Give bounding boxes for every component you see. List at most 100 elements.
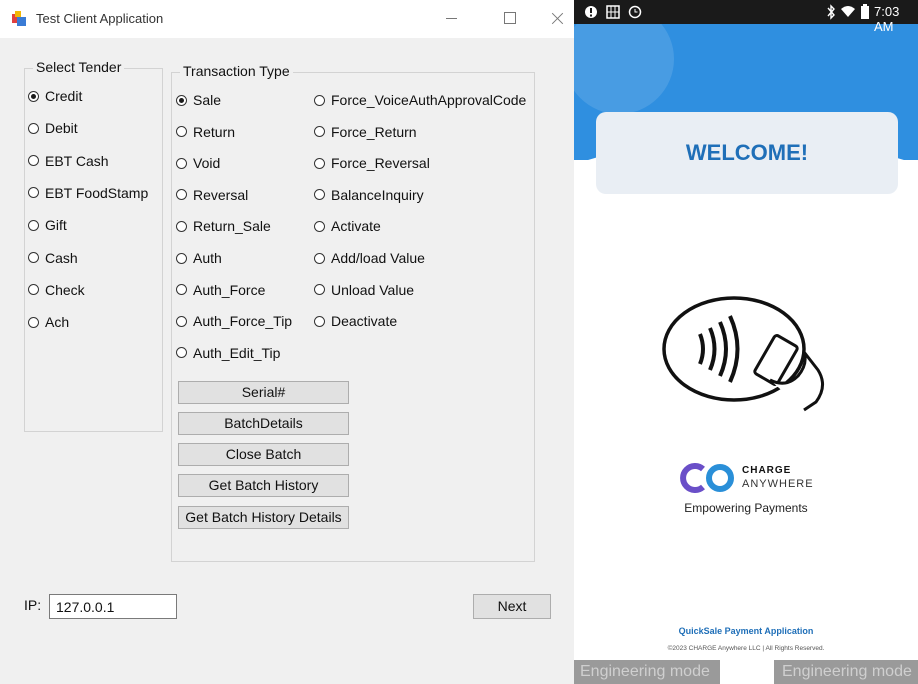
radio-label: Ach (45, 314, 70, 331)
radio-circle-icon[interactable] (176, 347, 187, 359)
txn-radio-add-load-value[interactable]: Add/load Value (314, 248, 425, 268)
radio-circle-icon[interactable] (176, 157, 187, 169)
welcome-card: WELCOME! (596, 112, 898, 194)
radio-label: Auth_Force_Tip (193, 313, 293, 330)
close-button[interactable] (548, 8, 568, 28)
contactless-tap-icon (662, 296, 824, 412)
brand-tagline: Empowering Payments (684, 501, 808, 515)
title-bar: Test Client Application (0, 0, 574, 38)
radio-circle-icon[interactable] (176, 189, 187, 201)
radio-circle-icon[interactable] (176, 284, 187, 296)
tender-radio-ebt-cash[interactable]: EBT Cash (28, 151, 109, 171)
radio-circle-icon[interactable] (314, 315, 325, 327)
welcome-text: WELCOME! (685, 140, 809, 165)
brand-name-line2: ANYWHERE (742, 478, 814, 490)
app-name: QuickSale Payment Application (678, 626, 814, 636)
test-client-window: Test Client Application Select Tender Tr… (0, 0, 574, 684)
radio-circle-icon[interactable] (28, 90, 39, 102)
txn-radio-auth-edit-tip[interactable]: Auth_Edit_Tip (176, 343, 280, 363)
alert-icon (585, 6, 597, 18)
status-time: 7:03 AM (874, 4, 900, 34)
txn-radio-auth-force[interactable]: Auth_Force (176, 280, 265, 300)
wifi-icon (841, 6, 855, 17)
radio-label: Force_VoiceAuthApprovalCode (331, 92, 527, 108)
next-button[interactable]: Next (473, 594, 551, 619)
txn-radio-return-sale[interactable]: Return_Sale (176, 216, 271, 236)
radio-label: Auth_Edit_Tip (193, 344, 281, 361)
minimize-button[interactable] (442, 8, 462, 28)
radio-circle-icon[interactable] (176, 126, 187, 138)
serial-button[interactable]: Serial# (178, 381, 349, 404)
radio-label: Return (193, 123, 236, 140)
radio-circle-icon[interactable] (314, 157, 325, 169)
tender-radio-gift[interactable]: Gift (28, 215, 67, 235)
app-icon (12, 11, 26, 26)
txn-radio-force-reversal[interactable]: Force_Reversal (314, 153, 430, 173)
maximize-button[interactable] (500, 8, 520, 28)
txn-radio-unload-value[interactable]: Unload Value (314, 280, 414, 300)
get-batch-history-details-button[interactable]: Get Batch History Details (178, 506, 349, 529)
get-batch-history-button[interactable]: Get Batch History (178, 474, 349, 497)
radio-circle-icon[interactable] (176, 315, 187, 327)
radio-label: Sale (193, 92, 222, 108)
radio-label: Return_Sale (193, 218, 271, 235)
clock-icon (628, 5, 642, 19)
txn-radio-sale[interactable]: Sale (176, 90, 221, 110)
tender-radio-ach[interactable]: Ach (28, 312, 69, 332)
radio-label: EBT FoodStamp (45, 184, 149, 201)
engineering-mode-label-left: Engineering mode (574, 660, 720, 684)
window-title: Test Client Application (36, 11, 164, 26)
radio-label: Cash (45, 249, 78, 266)
radio-circle-icon[interactable] (28, 155, 39, 167)
radio-circle-icon[interactable] (176, 252, 187, 264)
radio-label: Credit (45, 88, 83, 104)
txn-radio-balanceinquiry[interactable]: BalanceInquiry (314, 185, 424, 205)
radio-circle-icon[interactable] (314, 126, 325, 138)
txn-radio-force-voiceauthapprovalcode[interactable]: Force_VoiceAuthApprovalCode (314, 90, 526, 110)
radio-circle-icon[interactable] (28, 187, 39, 199)
close-batch-button[interactable]: Close Batch (178, 443, 349, 466)
tender-radio-check[interactable]: Check (28, 280, 85, 300)
radio-label: Unload Value (331, 281, 415, 298)
status-bar: 7:03 AM (574, 0, 918, 34)
radio-circle-icon[interactable] (314, 284, 325, 296)
select-tender-legend: Select Tender (33, 59, 125, 75)
radio-circle-icon[interactable] (314, 94, 325, 106)
transaction-type-legend: Transaction Type (180, 63, 293, 79)
radio-circle-icon[interactable] (28, 219, 39, 231)
payment-device-screen: 7:03 AM WELCOME! CHARGE ANYWHERE Empower… (574, 0, 918, 684)
txn-radio-return[interactable]: Return (176, 122, 235, 142)
radio-circle-icon[interactable] (314, 252, 325, 264)
radio-circle-icon[interactable] (28, 284, 39, 296)
txn-radio-auth[interactable]: Auth (176, 248, 222, 268)
ip-label: IP: (24, 597, 42, 613)
radio-label: Activate (331, 218, 381, 235)
radio-circle-icon[interactable] (176, 220, 187, 232)
txn-radio-force-return[interactable]: Force_Return (314, 122, 417, 142)
tender-radio-cash[interactable]: Cash (28, 248, 78, 268)
radio-label: Force_Reversal (331, 155, 430, 172)
radio-label: Check (45, 281, 85, 298)
brand-name-line1: CHARGE (742, 465, 792, 476)
radio-circle-icon[interactable] (28, 122, 39, 134)
radio-circle-icon[interactable] (28, 252, 39, 263)
radio-label: Gift (45, 217, 67, 234)
ip-input[interactable] (49, 594, 177, 619)
tender-radio-credit[interactable]: Credit (28, 86, 82, 106)
tender-radio-debit[interactable]: Debit (28, 118, 78, 138)
txn-radio-reversal[interactable]: Reversal (176, 185, 248, 205)
txn-radio-activate[interactable]: Activate (314, 216, 381, 236)
txn-radio-deactivate[interactable]: Deactivate (314, 311, 397, 331)
grid-icon (606, 5, 620, 19)
radio-label: Add/load Value (331, 250, 425, 266)
radio-label: EBT Cash (45, 152, 109, 169)
batch-details-button[interactable]: BatchDetails (178, 412, 349, 435)
radio-circle-icon[interactable] (176, 94, 187, 106)
radio-circle-icon[interactable] (28, 316, 39, 328)
radio-label: Reversal (193, 186, 249, 203)
radio-circle-icon[interactable] (314, 220, 325, 232)
txn-radio-auth-force-tip[interactable]: Auth_Force_Tip (176, 311, 292, 331)
radio-circle-icon[interactable] (314, 189, 325, 201)
txn-radio-void[interactable]: Void (176, 153, 220, 173)
tender-radio-ebt-foodstamp[interactable]: EBT FoodStamp (28, 183, 148, 203)
